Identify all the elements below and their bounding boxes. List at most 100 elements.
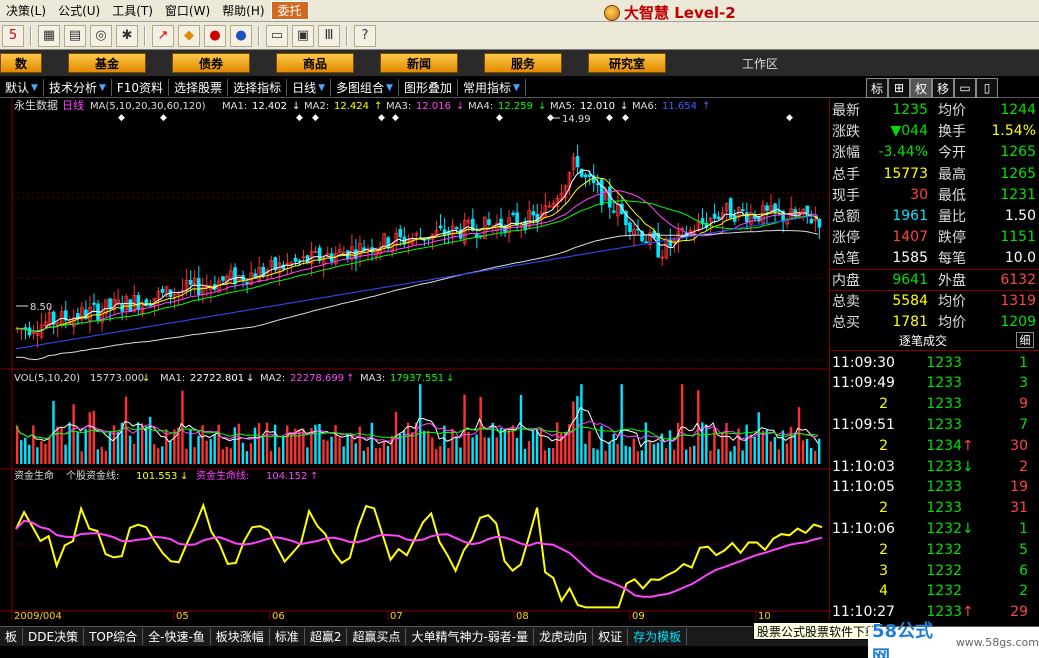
- print-icon[interactable]: ▭: [266, 24, 288, 47]
- high-price-mark: 14.99: [562, 114, 591, 125]
- volume-bar: [531, 429, 535, 464]
- quote-label: 总手: [832, 166, 860, 183]
- tab-2[interactable]: F10资料: [112, 79, 170, 96]
- template-tab[interactable]: 龙虎动向: [534, 628, 594, 645]
- workarea-label[interactable]: 工作区: [742, 55, 778, 72]
- menu-decision[interactable]: 决策(L): [0, 2, 52, 19]
- category-button[interactable]: 服务: [484, 53, 562, 73]
- chart-icon[interactable]: ▦: [38, 24, 60, 47]
- volume-bar: [757, 412, 760, 464]
- grid-icon[interactable]: ▤: [64, 24, 86, 47]
- alert-icon[interactable]: ✱: [116, 24, 138, 47]
- template-tab[interactable]: 超赢买点: [347, 628, 407, 645]
- kline-icon[interactable]: ↗: [152, 24, 174, 47]
- app-logo-icon: [604, 4, 620, 21]
- toolbar-separator: [258, 25, 260, 46]
- dropdown-arrow-icon: ▼: [98, 82, 106, 93]
- template-tab[interactable]: 板: [0, 628, 24, 645]
- view-toggle-button[interactable]: 标: [866, 78, 888, 98]
- vol-ma-direction: ↓: [246, 373, 254, 384]
- menu-window[interactable]: 窗口(W): [159, 2, 216, 19]
- volume-bar: [144, 426, 148, 464]
- volume-bar: [733, 446, 736, 464]
- volume-bar: [717, 449, 720, 464]
- tab-4[interactable]: 选择指标: [228, 79, 288, 96]
- volume-bar: [370, 422, 374, 464]
- volume-bar: [314, 424, 317, 464]
- restore-icon[interactable]: 5: [2, 24, 24, 47]
- menu-tools[interactable]: 工具(T): [106, 2, 159, 19]
- tab-5[interactable]: 日线 ▼: [287, 79, 332, 96]
- volume-bar: [197, 435, 200, 464]
- category-button[interactable]: 研究室: [588, 53, 666, 73]
- template-tab[interactable]: DDE决策: [23, 628, 85, 645]
- view-toggle-button[interactable]: 移: [932, 78, 954, 98]
- category-button[interactable]: 新闻: [380, 53, 458, 73]
- quote-label: 量比: [938, 209, 966, 225]
- event-marker-icon: ◆: [786, 113, 793, 123]
- books-icon[interactable]: Ⅲ: [318, 24, 340, 47]
- template-tab[interactable]: 标准: [270, 628, 305, 645]
- template-tab[interactable]: 大单精气神力-弱者-量: [406, 628, 535, 645]
- volume-bar: [592, 448, 595, 464]
- volume-bar: [576, 396, 579, 464]
- volume-bar: [419, 384, 422, 464]
- tick-price: 1232: [926, 583, 962, 600]
- kline-chart[interactable]: 永生数据 日线 MA(5,10,20,30,60,120) MA1: 12.402 ↓ MA…: [0, 98, 829, 620]
- volume-bar: [181, 390, 184, 464]
- help-cursor-icon[interactable]: ?: [354, 24, 376, 47]
- tick-detail-button[interactable]: 细: [1016, 332, 1034, 348]
- ma-label: MA(5,10,20,30,60,120): [90, 101, 206, 112]
- view-toggle-button[interactable]: ⊞: [888, 78, 910, 98]
- red-circle-icon[interactable]: ●: [204, 24, 226, 47]
- volume-bar: [543, 450, 547, 464]
- view-toggle-button[interactable]: ▭: [954, 78, 976, 98]
- tab-6[interactable]: 多图组合 ▼: [331, 79, 399, 96]
- dropdown-arrow-icon: ▼: [318, 82, 326, 93]
- volume-bar: [64, 444, 67, 464]
- down-candle: [587, 174, 592, 177]
- tab-8[interactable]: 常用指标 ▼: [458, 79, 526, 96]
- view-toggle-button[interactable]: 权: [910, 78, 932, 98]
- volume-bar: [624, 445, 627, 464]
- template-tab[interactable]: 权证: [593, 628, 629, 645]
- category-button[interactable]: 商品: [276, 53, 354, 73]
- template-tab[interactable]: 存为模板: [628, 628, 688, 645]
- tick-volume: 5: [1019, 541, 1028, 558]
- volume-bar: [709, 450, 712, 464]
- volume-bar: [705, 424, 708, 464]
- tab-0[interactable]: 默认 ▼: [0, 79, 44, 96]
- menu-help[interactable]: 帮助(H): [216, 2, 270, 19]
- category-button[interactable]: 基金: [68, 53, 146, 73]
- category-button[interactable]: 债券: [172, 53, 250, 73]
- menu-formula[interactable]: 公式(U): [52, 2, 106, 19]
- diamond-icon[interactable]: ◆: [178, 24, 200, 47]
- tab-1[interactable]: 技术分析 ▼: [44, 79, 112, 96]
- ma-name: MA6:: [632, 101, 657, 112]
- down-candle: [233, 267, 237, 285]
- fund-line1-name: 个股资金线:: [66, 469, 119, 482]
- template-tab[interactable]: 全-快速-鱼: [143, 628, 211, 645]
- toolbar-separator: [30, 25, 32, 46]
- volume-bar: [423, 430, 426, 464]
- menu-trade[interactable]: 委托: [270, 1, 309, 20]
- tab-label: 选择股票: [174, 81, 223, 95]
- view-toggle-button[interactable]: ▯: [976, 78, 998, 98]
- volume-bar: [761, 430, 764, 464]
- volume-bar: [519, 394, 523, 464]
- template-tab[interactable]: 超赢2: [305, 628, 348, 645]
- template-tab[interactable]: 板块涨幅: [211, 628, 270, 645]
- volume-bar: [72, 404, 75, 464]
- volume-bar: [277, 447, 281, 464]
- fund-line1-value: 101.553: [136, 471, 177, 482]
- category-button[interactable]: 数: [0, 53, 42, 73]
- volume-bar: [342, 446, 345, 464]
- template-tab[interactable]: TOP综合: [84, 628, 144, 645]
- tick-volume: 7: [1019, 416, 1028, 433]
- binoculars-icon[interactable]: ◎: [90, 24, 112, 47]
- window-icon[interactable]: ▣: [292, 24, 314, 47]
- blue-circle-icon[interactable]: ●: [230, 24, 252, 47]
- tab-7[interactable]: 图形叠加: [399, 79, 458, 96]
- tab-3[interactable]: 选择股票: [169, 79, 229, 96]
- volume-bar: [36, 447, 39, 464]
